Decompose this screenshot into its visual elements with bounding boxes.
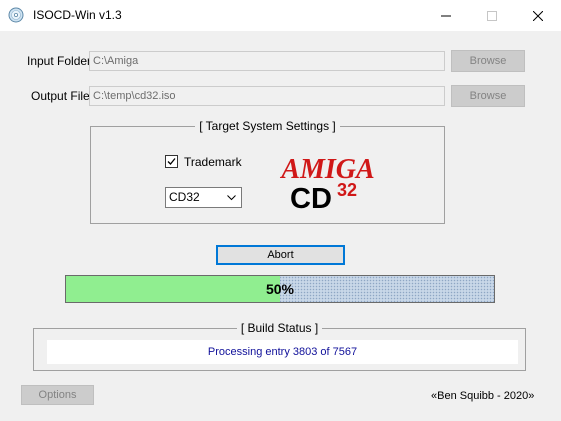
build-status-title: [ Build Status ] bbox=[236, 321, 323, 335]
close-button[interactable] bbox=[515, 0, 561, 31]
maximize-button[interactable] bbox=[469, 0, 515, 31]
options-button[interactable]: Options bbox=[21, 385, 94, 405]
svg-text:32: 32 bbox=[337, 180, 357, 200]
input-folder-field[interactable]: C:\Amiga bbox=[89, 51, 445, 71]
system-select[interactable]: CD32 bbox=[165, 187, 242, 208]
minimize-button[interactable] bbox=[423, 0, 469, 31]
input-browse-button[interactable]: Browse bbox=[451, 50, 525, 72]
target-system-title: [ Target System Settings ] bbox=[195, 119, 340, 133]
amiga-cd32-logo: AMIGA CD 32 bbox=[279, 154, 374, 212]
output-file-label: Output File bbox=[31, 89, 90, 103]
svg-text:AMIGA: AMIGA bbox=[279, 154, 374, 185]
output-file-field[interactable]: C:\temp\cd32.iso bbox=[89, 86, 445, 106]
window-title: ISOCD-Win v1.3 bbox=[33, 8, 122, 22]
chevron-down-icon bbox=[227, 195, 236, 201]
credit-text: «Ben Squibb - 2020» bbox=[431, 390, 535, 402]
close-icon bbox=[533, 10, 543, 21]
abort-button[interactable]: Abort bbox=[216, 245, 345, 265]
minimize-icon bbox=[441, 15, 451, 16]
title-bar[interactable]: ISOCD-Win v1.3 bbox=[0, 0, 561, 31]
output-browse-button[interactable]: Browse bbox=[451, 85, 525, 107]
progress-percent: 50% bbox=[265, 281, 295, 297]
build-status-message: Processing entry 3803 of 7567 bbox=[47, 340, 518, 364]
svg-text:CD: CD bbox=[290, 183, 332, 212]
trademark-checkbox[interactable] bbox=[165, 155, 178, 168]
app-window: ISOCD-Win v1.3 Input Folder C:\Amiga Bro… bbox=[0, 0, 561, 421]
trademark-label[interactable]: Trademark bbox=[184, 155, 242, 169]
checkmark-icon bbox=[167, 158, 176, 165]
maximize-icon bbox=[487, 10, 497, 21]
input-folder-label: Input Folder bbox=[27, 54, 92, 68]
cd-disc-icon bbox=[8, 7, 24, 23]
system-select-value: CD32 bbox=[169, 190, 200, 204]
progress-bar: 50% bbox=[65, 275, 495, 303]
